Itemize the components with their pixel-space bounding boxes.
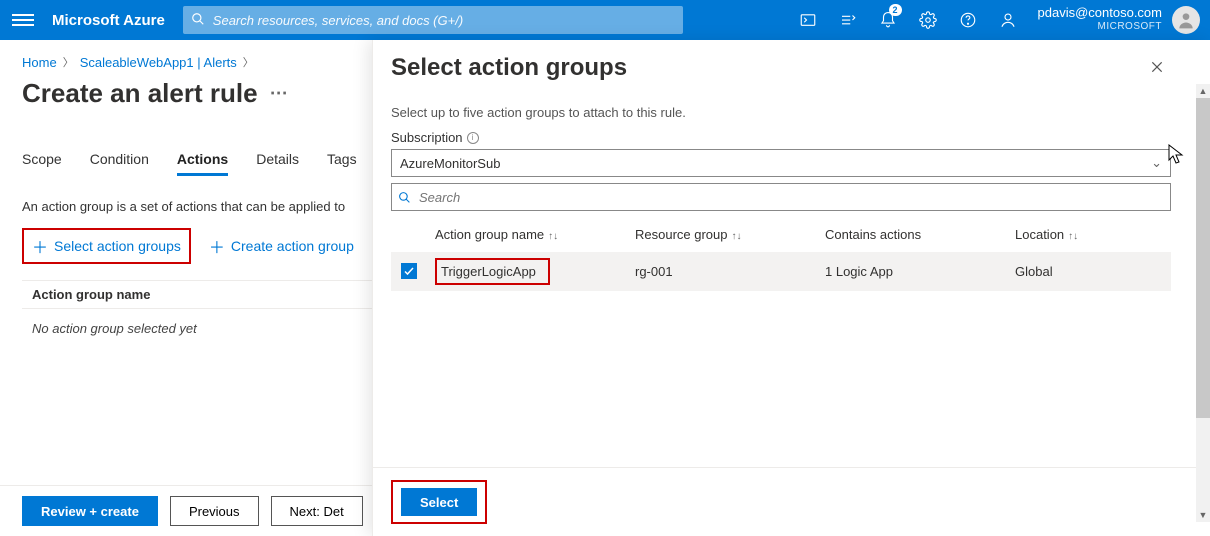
more-actions-icon[interactable]: ⋯ — [270, 83, 288, 104]
global-search-input[interactable] — [183, 6, 683, 34]
col-contains[interactable]: Contains actions — [825, 227, 921, 242]
sort-icon[interactable]: ↑↓ — [1068, 231, 1078, 242]
action-group-grid: Action group name ↑↓ Resource group ↑↓ Con… — [391, 217, 1171, 291]
tab-scope[interactable]: Scope — [22, 145, 62, 176]
subscription-dropdown[interactable]: AzureMonitorSub ⌄ — [391, 149, 1171, 177]
scrollbar[interactable]: ▲ ▼ — [1196, 84, 1210, 522]
feedback-icon[interactable] — [990, 0, 1026, 40]
scroll-thumb[interactable] — [1196, 98, 1210, 418]
flyout-title: Select action groups — [391, 54, 627, 82]
user-email: pdavis@contoso.com — [1038, 6, 1162, 20]
chevron-right-icon: 〉 — [63, 54, 74, 70]
sort-icon[interactable]: ↑↓ — [732, 231, 742, 242]
action-group-search-input[interactable] — [417, 189, 1164, 206]
flyout-footer: Select — [373, 467, 1210, 536]
create-action-group-label: Create action group — [231, 238, 354, 254]
sort-icon[interactable]: ↑↓ — [548, 231, 558, 242]
chevron-down-icon: ⌄ — [1151, 155, 1162, 171]
breadcrumb-parent[interactable]: ScaleableWebApp1 | Alerts — [80, 55, 237, 70]
search-icon — [398, 191, 411, 204]
select-action-groups-flyout: Select action groups Select up to five a… — [372, 40, 1210, 536]
next-button[interactable]: Next: Det — [271, 496, 363, 526]
user-avatar-icon[interactable] — [1172, 6, 1200, 34]
select-action-groups-button[interactable]: ＋ Select action groups — [22, 228, 191, 264]
tab-condition[interactable]: Condition — [90, 145, 149, 176]
select-action-groups-label: Select action groups — [54, 238, 181, 254]
header-icons: 2 — [790, 0, 1026, 40]
tab-tags[interactable]: Tags — [327, 145, 357, 176]
chevron-right-icon: 〉 — [243, 54, 254, 70]
previous-button[interactable]: Previous — [170, 496, 259, 526]
row-contains-cell: 1 Logic App — [821, 260, 1011, 283]
help-icon[interactable] — [950, 0, 986, 40]
user-account-block[interactable]: pdavis@contoso.com MICROSOFT — [1038, 6, 1162, 34]
user-tenant: MICROSOFT — [1038, 20, 1162, 34]
row-checkbox[interactable] — [401, 263, 417, 279]
close-icon[interactable] — [1144, 54, 1170, 83]
info-icon[interactable]: i — [467, 132, 479, 144]
tab-actions[interactable]: Actions — [177, 145, 228, 176]
global-search[interactable] — [183, 6, 683, 34]
row-name-cell: TriggerLogicApp — [435, 258, 550, 285]
search-icon — [191, 12, 205, 29]
notification-badge: 2 — [889, 4, 902, 16]
settings-gear-icon[interactable] — [910, 0, 946, 40]
brand-label[interactable]: Microsoft Azure — [52, 12, 165, 29]
hamburger-menu-icon[interactable] — [12, 14, 34, 26]
row-location-cell: Global — [1011, 260, 1165, 283]
cloud-shell-icon[interactable] — [790, 0, 826, 40]
col-name[interactable]: Action group name — [435, 227, 544, 242]
col-rg[interactable]: Resource group — [635, 227, 728, 242]
action-group-search[interactable] — [391, 183, 1171, 211]
global-header: Microsoft Azure 2 pdavis@contoso.com MIC… — [0, 0, 1210, 40]
grid-header-row: Action group name ↑↓ Resource group ↑↓ Con… — [391, 217, 1171, 252]
select-button[interactable]: Select — [401, 488, 477, 516]
directories-icon[interactable] — [830, 0, 866, 40]
scroll-down-arrow-icon[interactable]: ▼ — [1196, 508, 1210, 522]
flyout-subtitle: Select up to five action groups to attac… — [391, 105, 1182, 120]
subscription-value: AzureMonitorSub — [400, 156, 500, 171]
subscription-label: Subscription i — [391, 130, 1182, 145]
review-create-button[interactable]: Review + create — [22, 496, 158, 526]
row-rg-cell: rg-001 — [631, 260, 821, 283]
scroll-up-arrow-icon[interactable]: ▲ — [1196, 84, 1210, 98]
page-title-text: Create an alert rule — [22, 78, 258, 109]
breadcrumb-home[interactable]: Home — [22, 55, 57, 70]
notifications-icon[interactable]: 2 — [870, 0, 906, 40]
tab-details[interactable]: Details — [256, 145, 299, 176]
plus-icon: ＋ — [209, 234, 225, 258]
col-location[interactable]: Location — [1015, 227, 1064, 242]
plus-icon: ＋ — [32, 234, 48, 258]
create-action-group-button[interactable]: ＋ Create action group — [201, 228, 362, 264]
grid-row[interactable]: TriggerLogicApp rg-001 1 Logic App Globa… — [391, 252, 1171, 291]
